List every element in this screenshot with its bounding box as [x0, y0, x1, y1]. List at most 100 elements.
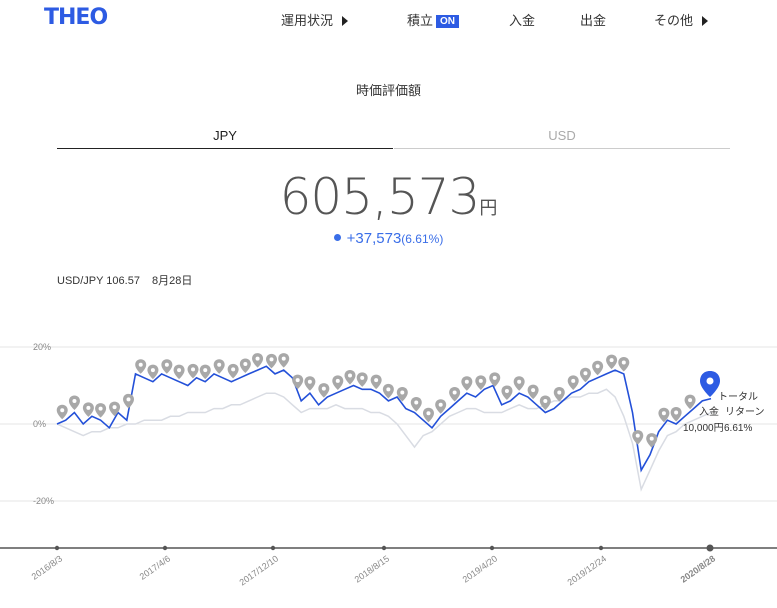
x-tick-dot [270, 545, 276, 551]
deposit-pin-icon[interactable] [489, 372, 501, 387]
deposit-pin-icon[interactable] [435, 399, 447, 414]
pin-dot [281, 356, 286, 361]
deposit-pin-icon[interactable] [332, 375, 344, 390]
deposit-pin-icon[interactable] [213, 359, 225, 374]
deposit-pin-icon[interactable] [449, 386, 461, 402]
deposit-pin-icon[interactable] [68, 395, 80, 410]
market-value: 605,573円 [0, 168, 777, 226]
deposit-pin-icon[interactable] [292, 374, 304, 390]
chart-grid [0, 346, 777, 502]
x-tick-dot [381, 545, 387, 551]
deposit-pin-icon[interactable] [82, 402, 94, 417]
deposit-pin-icon[interactable] [422, 407, 434, 423]
performance-chart[interactable]: 20% 0% -20% トータル リターン 入金 10,000円 6.61% 201… [0, 300, 777, 608]
pin-dot [386, 387, 391, 392]
pin-dot [112, 405, 117, 410]
y-tick-label: 0% [33, 419, 46, 429]
pin-dot [649, 436, 654, 441]
deposit-pin-icon[interactable] [356, 372, 368, 387]
nav-savings[interactable]: 積立 ON [407, 10, 460, 29]
theo-logo[interactable]: THEO [44, 5, 108, 30]
nav-savings-label: 積立 [407, 13, 434, 28]
deposit-pin-icon[interactable] [606, 354, 618, 370]
pin-dot [138, 362, 143, 367]
deposit-pin-icon[interactable] [618, 356, 630, 372]
pin-dot [426, 411, 431, 416]
deposit-pin-icon[interactable] [135, 359, 147, 374]
deposit-pin-icon[interactable] [109, 401, 121, 417]
deposit-pin-icon[interactable] [278, 353, 290, 368]
caret-right-icon [342, 16, 349, 26]
deposit-pin-icon[interactable] [239, 358, 251, 373]
portfolio-series-line [56, 365, 712, 473]
nav-more[interactable]: その他 [654, 10, 709, 29]
x-tick-dot [489, 545, 495, 551]
currency-tabs: JPY USD [57, 128, 730, 150]
current-position-marker[interactable] [700, 371, 720, 397]
deposit-pin-icon[interactable] [382, 383, 394, 399]
app-header: THEO 運用状況 積立 ON 入金 出金 その他 [0, 0, 777, 40]
pin-dot [191, 367, 196, 372]
pin-dot [177, 368, 182, 373]
deposit-pin-icon[interactable] [527, 384, 539, 400]
pin-dot [360, 375, 365, 380]
pin-center [706, 377, 714, 385]
deposit-pin-icon[interactable] [513, 376, 525, 391]
deposit-pin-icon[interactable] [187, 363, 199, 379]
deposit-pin-icon[interactable] [632, 430, 644, 445]
benchmark-series-line [56, 388, 712, 492]
deposit-pin-icon[interactable] [646, 433, 658, 448]
deposit-pin-icon[interactable] [161, 359, 173, 374]
deposit-pin-icon[interactable] [475, 375, 487, 390]
deposit-pin-icon[interactable] [227, 363, 239, 379]
deposit-pin-icon[interactable] [501, 385, 513, 400]
nav-withdraw[interactable]: 出金 [580, 10, 606, 29]
deposit-pin-icon[interactable] [123, 393, 135, 409]
pin-dot [243, 361, 248, 366]
exchange-rate-date: 8月28日 [151, 275, 193, 287]
deposit-pin-icon[interactable] [147, 364, 159, 380]
deposit-pin-icon[interactable] [304, 376, 316, 391]
tab-jpy[interactable]: JPY [57, 128, 393, 149]
deposit-pin-icon[interactable] [199, 364, 211, 380]
x-tick-dot [162, 545, 168, 551]
deposit-pin-icon[interactable] [670, 407, 682, 422]
x-tick-label: 2019/4/20 [461, 553, 500, 584]
y-tick-label: 20% [33, 342, 51, 352]
deposit-pin-icon[interactable] [56, 404, 68, 420]
deposit-pin-icon[interactable] [252, 353, 264, 368]
deposit-pin-icon[interactable] [410, 396, 422, 412]
pin-dot [203, 368, 208, 373]
pin-dot [492, 375, 497, 380]
pin-dot [571, 378, 576, 383]
deposit-pin-icon[interactable] [370, 374, 382, 390]
deposit-pin-icon[interactable] [553, 386, 565, 402]
nav-deposit[interactable]: 入金 [509, 10, 535, 29]
deposit-pin-icon[interactable] [266, 353, 278, 369]
deposit-pin-icon[interactable] [95, 403, 107, 418]
deposit-pin-icon[interactable] [579, 367, 591, 383]
chart-annotation: トータル リターン 入金 10,000円 6.61% [683, 391, 765, 434]
deposit-pin-icon[interactable] [539, 395, 551, 410]
deposit-pin-icon[interactable] [684, 394, 696, 410]
deposit-pin-icon[interactable] [461, 376, 473, 391]
tab-usd[interactable]: USD [394, 128, 730, 149]
deposit-pin-icon[interactable] [344, 370, 356, 385]
pin-dot [374, 378, 379, 383]
page-title: 時価評価額 [355, 83, 421, 98]
pin-dot [609, 358, 614, 363]
change-amount: +37,573 [346, 230, 402, 247]
deposit-pin-icon[interactable] [567, 375, 579, 390]
nav-performance-label: 運用状況 [281, 13, 334, 28]
nav-performance[interactable]: 運用状況 [281, 10, 349, 29]
deposit-pin-icon[interactable] [173, 364, 185, 380]
pin-dot [150, 368, 155, 373]
annotation-deposit-amount: 10,000円 [683, 423, 724, 434]
pin-dot [295, 378, 300, 383]
deposit-pin-icon[interactable] [318, 383, 330, 398]
dot-icon [333, 234, 341, 241]
pin-dot [478, 378, 483, 383]
deposit-pin-icon[interactable] [592, 360, 604, 376]
pin-dot [621, 360, 626, 365]
pin-dot [217, 362, 222, 367]
